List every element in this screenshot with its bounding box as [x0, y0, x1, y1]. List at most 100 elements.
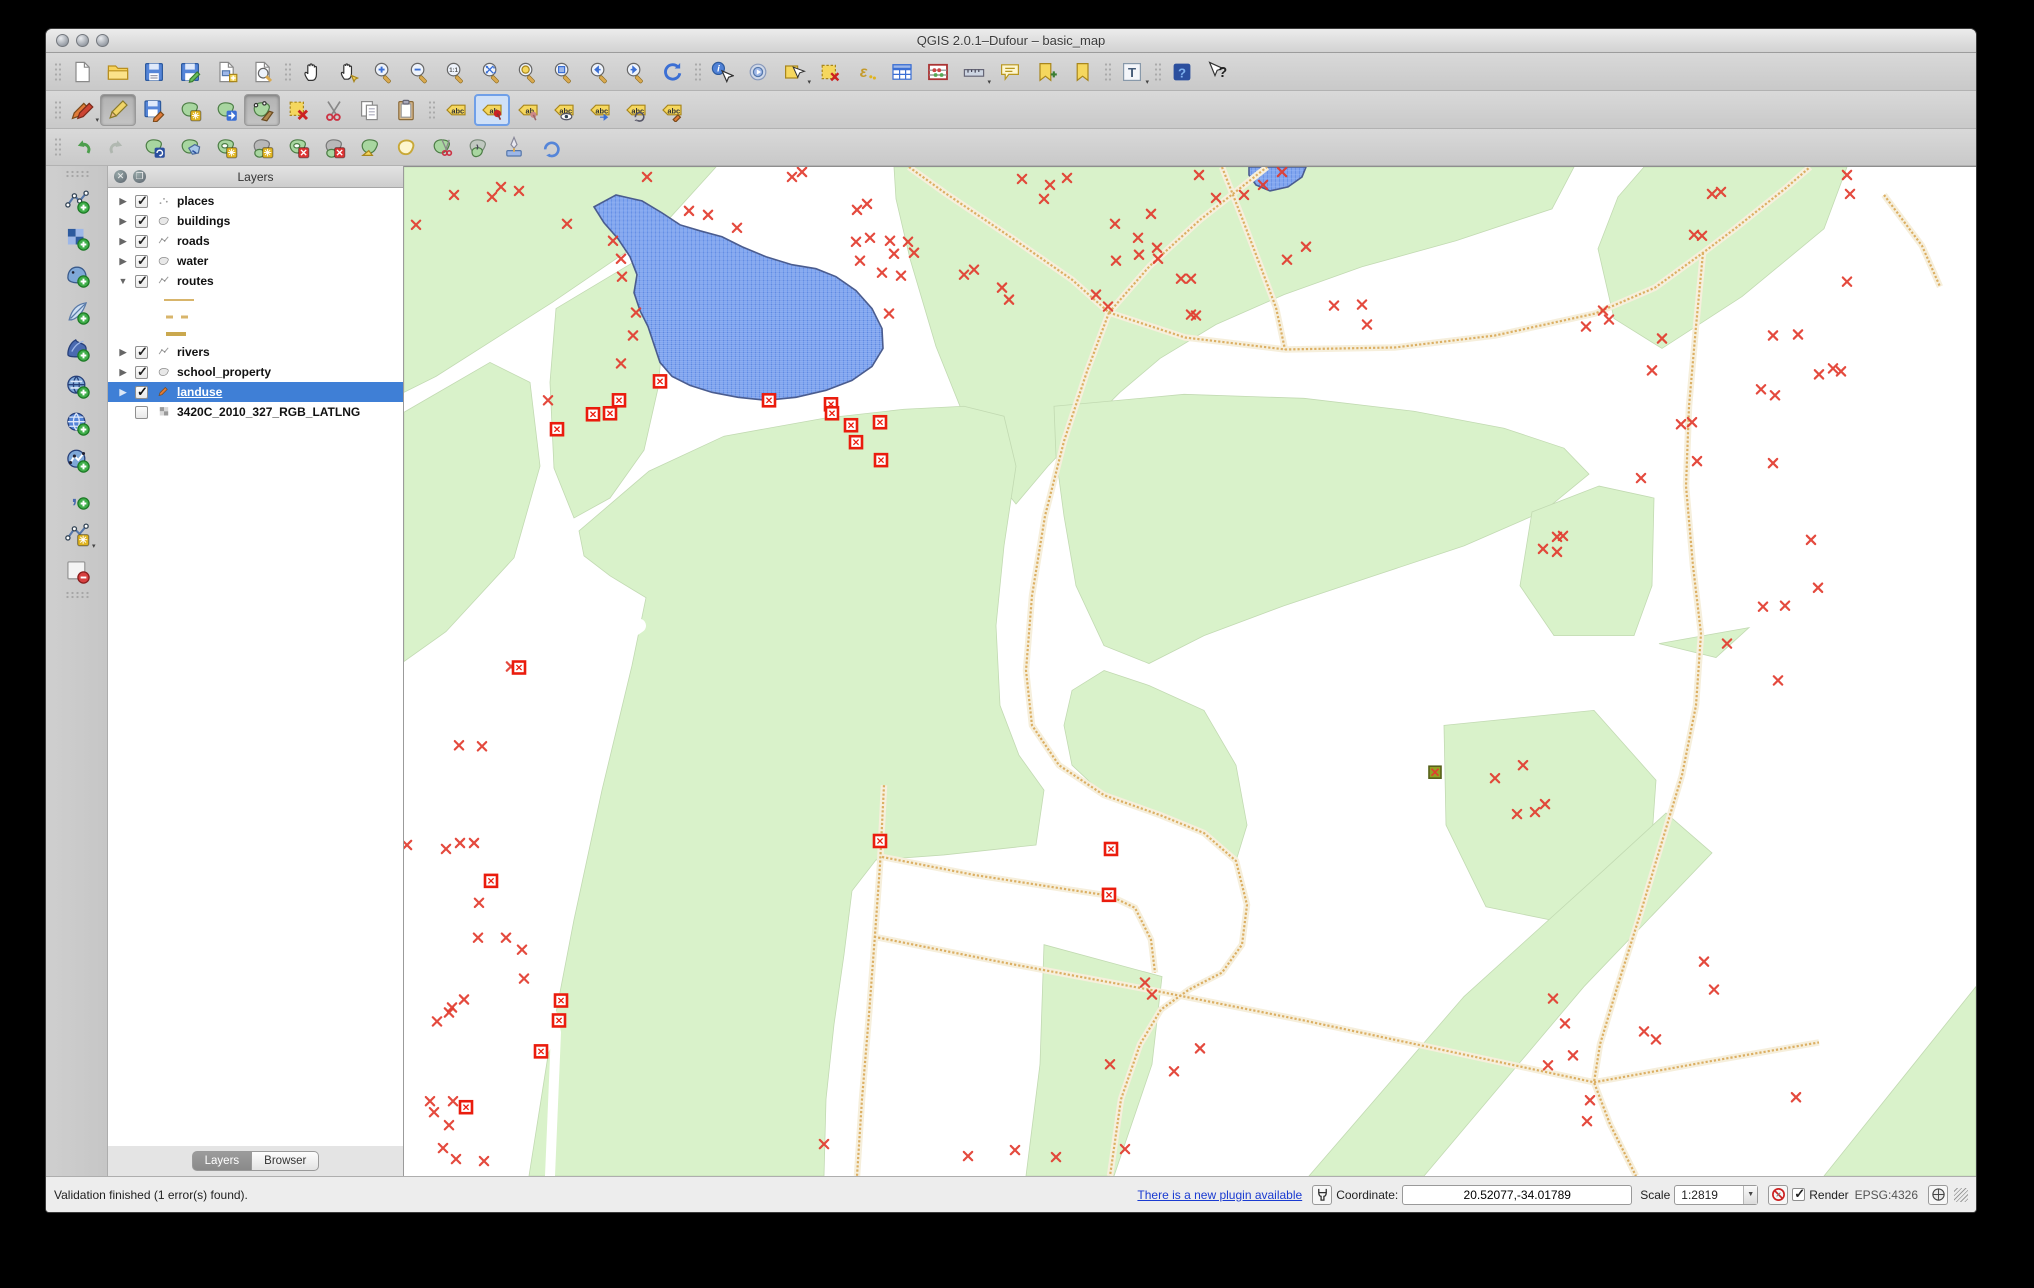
zoom-out-button[interactable]: [402, 56, 438, 88]
close-window-button[interactable]: [56, 34, 69, 47]
offset-curve-button[interactable]: [388, 131, 424, 163]
map-tips-button[interactable]: [992, 56, 1028, 88]
zoom-actual-size-button[interactable]: 1:1: [438, 56, 474, 88]
layer-expander-icon[interactable]: ▶: [116, 367, 130, 378]
add-spatialite-layer-button[interactable]: [57, 293, 97, 330]
refresh-map-button[interactable]: [654, 56, 690, 88]
layers-panel-header[interactable]: ✕ ❐ Layers: [108, 166, 403, 188]
merge-attributes-button[interactable]: [496, 131, 532, 163]
toggle-editing-button[interactable]: [100, 94, 136, 126]
layer-expander-icon[interactable]: ▶: [116, 236, 130, 247]
add-wcs-layer-button[interactable]: [57, 404, 97, 441]
redo-button[interactable]: [100, 131, 136, 163]
layer-visibility-checkbox[interactable]: [135, 235, 148, 248]
stop-rendering-icon[interactable]: [1768, 1185, 1788, 1205]
add-feature-button[interactable]: ✳: [172, 94, 208, 126]
toolbar-grip[interactable]: [1103, 61, 1111, 83]
tab-layers[interactable]: Layers: [192, 1151, 253, 1171]
add-wfs-layer-button[interactable]: [57, 441, 97, 478]
zoom-to-layer-button[interactable]: [546, 56, 582, 88]
pin-label-button[interactable]: ab: [474, 94, 510, 126]
toolbar-grip[interactable]: [693, 61, 701, 83]
layer-labeling-button[interactable]: abc: [438, 94, 474, 126]
side-toolbar-grip[interactable]: [65, 170, 89, 178]
layer-expander-icon[interactable]: ▶: [116, 387, 130, 398]
current-edits-dropdown-icon[interactable]: ▾: [95, 116, 99, 124]
pan-map-button[interactable]: [294, 56, 330, 88]
new-composer-button[interactable]: [208, 56, 244, 88]
layer-visibility-checkbox[interactable]: [135, 386, 148, 399]
add-raster-layer-button[interactable]: [57, 219, 97, 256]
measure-line-button[interactable]: ▾: [956, 56, 992, 88]
zoom-full-button[interactable]: [474, 56, 510, 88]
add-ring-button[interactable]: ✳: [208, 131, 244, 163]
move-feature-button[interactable]: [208, 94, 244, 126]
save-project-button[interactable]: [136, 56, 172, 88]
layer-expander-icon[interactable]: ▶: [116, 256, 130, 267]
layer-item-school_property[interactable]: ▶school_property: [108, 362, 403, 382]
layer-expander-icon[interactable]: ▶: [116, 216, 130, 227]
paste-features-button[interactable]: [388, 94, 424, 126]
node-tool-button[interactable]: [244, 94, 280, 126]
new-plugin-link[interactable]: There is a new plugin available: [1137, 1188, 1302, 1202]
new-project-button[interactable]: [64, 56, 100, 88]
text-annotation-button[interactable]: T▾: [1114, 56, 1150, 88]
zoom-in-button[interactable]: [366, 56, 402, 88]
layer-item-rivers[interactable]: ▶rivers: [108, 342, 403, 362]
select-by-expression-button[interactable]: ε: [848, 56, 884, 88]
toolbar-grip[interactable]: [53, 61, 61, 83]
save-layer-edits-button[interactable]: [136, 94, 172, 126]
layer-item-water[interactable]: ▶water: [108, 251, 403, 271]
cut-features-button[interactable]: [316, 94, 352, 126]
current-edits-button[interactable]: ▾: [64, 94, 100, 126]
side-toolbar-grip[interactable]: [65, 591, 89, 599]
show-hide-labels-button[interactable]: abc: [546, 94, 582, 126]
delete-ring-button[interactable]: ✕: [280, 131, 316, 163]
layer-item-places[interactable]: ▶places: [108, 191, 403, 211]
minimize-window-button[interactable]: [76, 34, 89, 47]
delete-part-button[interactable]: ✕: [316, 131, 352, 163]
add-mssql-layer-button[interactable]: [57, 330, 97, 367]
split-features-button[interactable]: [424, 131, 460, 163]
layer-visibility-checkbox[interactable]: [135, 215, 148, 228]
identify-features-button[interactable]: i: [704, 56, 740, 88]
change-label-properties-button[interactable]: abc: [654, 94, 690, 126]
rotate-label-button[interactable]: abc: [618, 94, 654, 126]
zoom-window-button[interactable]: [96, 34, 109, 47]
toolbar-grip[interactable]: [427, 99, 435, 121]
new-shapefile-layer-button[interactable]: ✳▾: [57, 515, 97, 552]
pan-to-selection-button[interactable]: [330, 56, 366, 88]
measure-line-dropdown-icon[interactable]: ▾: [987, 78, 991, 86]
merge-features-button[interactable]: [460, 131, 496, 163]
plugin-icon[interactable]: [1312, 1185, 1332, 1205]
layer-item-routes[interactable]: ▼routes: [108, 271, 403, 291]
tab-browser[interactable]: Browser: [252, 1151, 319, 1171]
add-part-button[interactable]: ✳: [244, 131, 280, 163]
add-postgis-layer-button[interactable]: [57, 256, 97, 293]
reshape-features-button[interactable]: [352, 131, 388, 163]
add-wms-layer-button[interactable]: [57, 367, 97, 404]
resize-grip[interactable]: [1954, 1188, 1968, 1202]
toolbar-grip[interactable]: [53, 99, 61, 121]
layer-expander-icon[interactable]: ▶: [116, 347, 130, 358]
scale-combobox[interactable]: 1:2819 ▼: [1674, 1185, 1758, 1205]
remove-layer-button[interactable]: [57, 552, 97, 589]
open-project-button[interactable]: [100, 56, 136, 88]
rotate-feature-button[interactable]: [136, 131, 172, 163]
layer-visibility-checkbox[interactable]: [135, 406, 148, 419]
run-feature-action-button[interactable]: [740, 56, 776, 88]
toolbar-grip[interactable]: [1153, 61, 1161, 83]
add-vector-layer-button[interactable]: [57, 182, 97, 219]
layer-visibility-checkbox[interactable]: [135, 366, 148, 379]
text-annotation-dropdown-icon[interactable]: ▾: [1145, 78, 1149, 86]
render-checkbox[interactable]: [1792, 1188, 1805, 1201]
layer-visibility-checkbox[interactable]: [135, 255, 148, 268]
field-calculator-button[interactable]: [920, 56, 956, 88]
scale-dropdown-icon[interactable]: ▼: [1743, 1186, 1757, 1204]
layer-expander-icon[interactable]: ▶: [116, 196, 130, 207]
crs-status-icon[interactable]: [1928, 1185, 1948, 1205]
undo-button[interactable]: [64, 131, 100, 163]
zoom-last-button[interactable]: [582, 56, 618, 88]
simplify-feature-button[interactable]: [172, 131, 208, 163]
highlight-pinned-labels-button[interactable]: ab: [510, 94, 546, 126]
